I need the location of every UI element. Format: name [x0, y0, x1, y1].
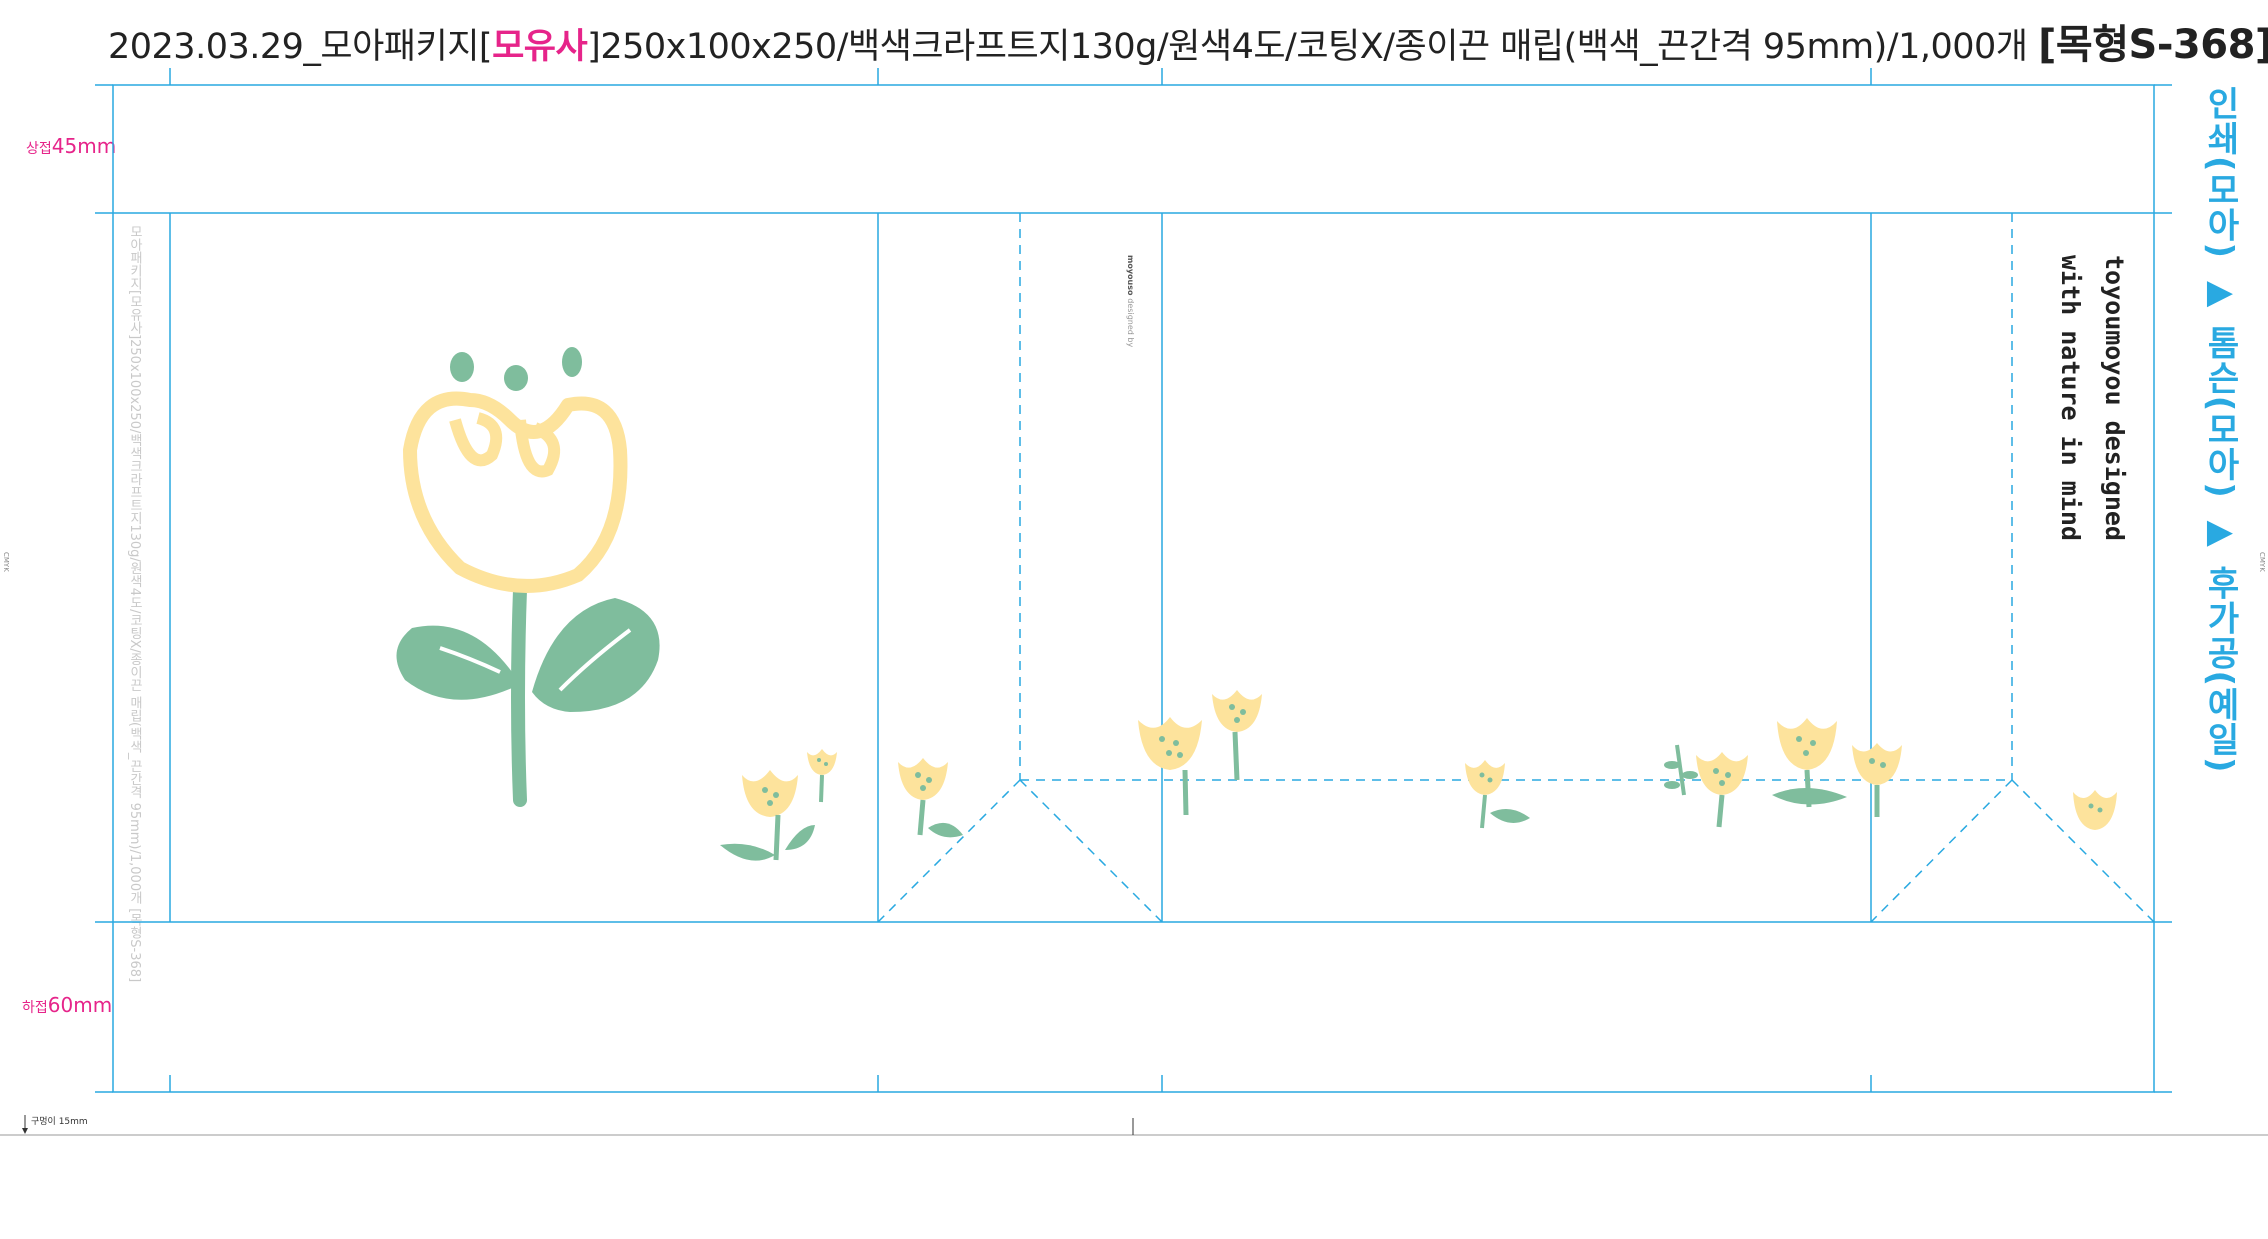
tulip-illustration	[396, 347, 660, 807]
dieline-canvas	[0, 68, 2268, 1136]
small-yellow-flower	[720, 690, 2117, 861]
cut-lines	[95, 68, 2172, 1093]
outer-cut-line	[112, 84, 2155, 1093]
